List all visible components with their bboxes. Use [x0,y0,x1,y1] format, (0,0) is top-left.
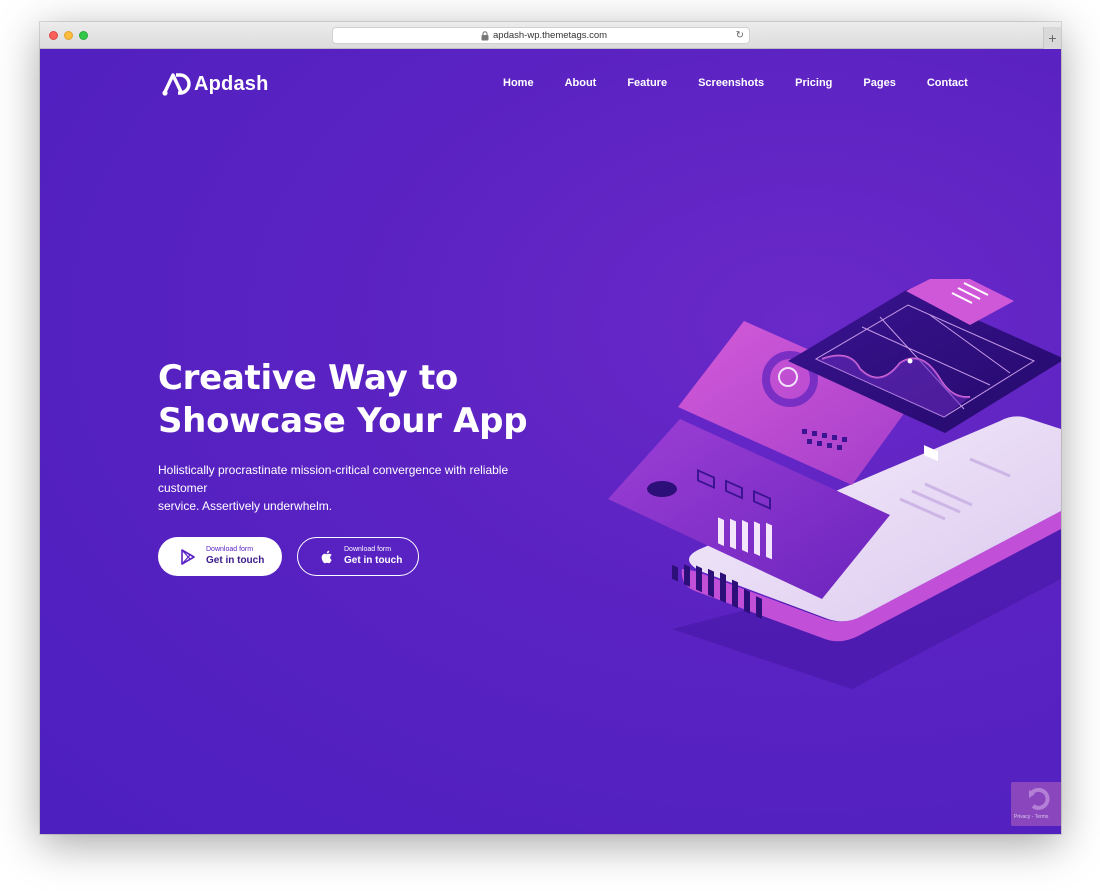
app-store-download-button[interactable]: Download form Get in touch [297,537,419,576]
hero-subtitle-line-1: Holistically procrastinate mission-criti… [158,463,509,495]
app-store-button-caption: Download form [344,546,392,553]
recaptcha-text: Privacy - Terms [1014,814,1049,820]
google-play-download-button[interactable]: Download form Get in touch [158,537,282,576]
google-play-icon [181,548,195,565]
recaptcha-icon [1029,787,1050,810]
logo-text: Apdash [194,72,269,95]
browser-titlebar: apdash-wp.themetags.com ↻ + [40,22,1061,49]
hero-subtitle: Holistically procrastinate mission-criti… [158,461,558,515]
close-window-button[interactable] [49,31,58,40]
google-play-button-text: Download form Get in touch [206,545,264,568]
browser-window: apdash-wp.themetags.com ↻ + Apdash Home … [40,22,1061,834]
url-text: apdash-wp.themetags.com [493,30,608,41]
hero-title-line-2: Showcase Your App [158,401,528,441]
nav-screenshots[interactable]: Screenshots [698,77,764,89]
panel-bars-badge [647,481,677,497]
logo-mark-icon [162,73,191,96]
app-store-button-text: Download form Get in touch [344,545,402,568]
nav-feature[interactable]: Feature [627,77,667,89]
address-bar[interactable]: apdash-wp.themetags.com ↻ [332,27,750,44]
reload-icon[interactable]: ↻ [736,30,744,41]
nav-contact[interactable]: Contact [927,77,968,89]
hero-illustration [608,279,1061,689]
hero-title: Creative Way to Showcase Your App [158,357,598,443]
maximize-window-button[interactable] [79,31,88,40]
main-nav: Home About Feature Screenshots Pricing P… [503,77,999,89]
panel-line-chart-point [907,358,913,364]
screenshot-backdrop: apdash-wp.themetags.com ↻ + Apdash Home … [0,0,1100,891]
nav-home[interactable]: Home [503,77,534,89]
new-tab-button[interactable]: + [1043,27,1061,49]
hero-subtitle-line-2: service. Assertively underwhelm. [158,499,333,513]
minimize-window-button[interactable] [64,31,73,40]
google-play-button-caption: Download form [206,546,254,553]
nav-pages[interactable]: Pages [863,77,895,89]
site-logo[interactable]: Apdash [162,69,269,99]
nav-about[interactable]: About [565,77,597,89]
nav-pricing[interactable]: Pricing [795,77,832,89]
apple-icon [321,550,332,563]
recaptcha-badge[interactable]: Privacy - Terms [1011,782,1061,826]
app-store-button-label: Get in touch [344,555,403,566]
site-header: Apdash Home About Feature Screenshots Pr… [40,49,1061,119]
lock-icon [481,31,489,41]
hero-title-line-1: Creative Way to [158,358,458,398]
page-viewport: Apdash Home About Feature Screenshots Pr… [40,49,1061,834]
google-play-button-label: Get in touch [206,555,265,566]
